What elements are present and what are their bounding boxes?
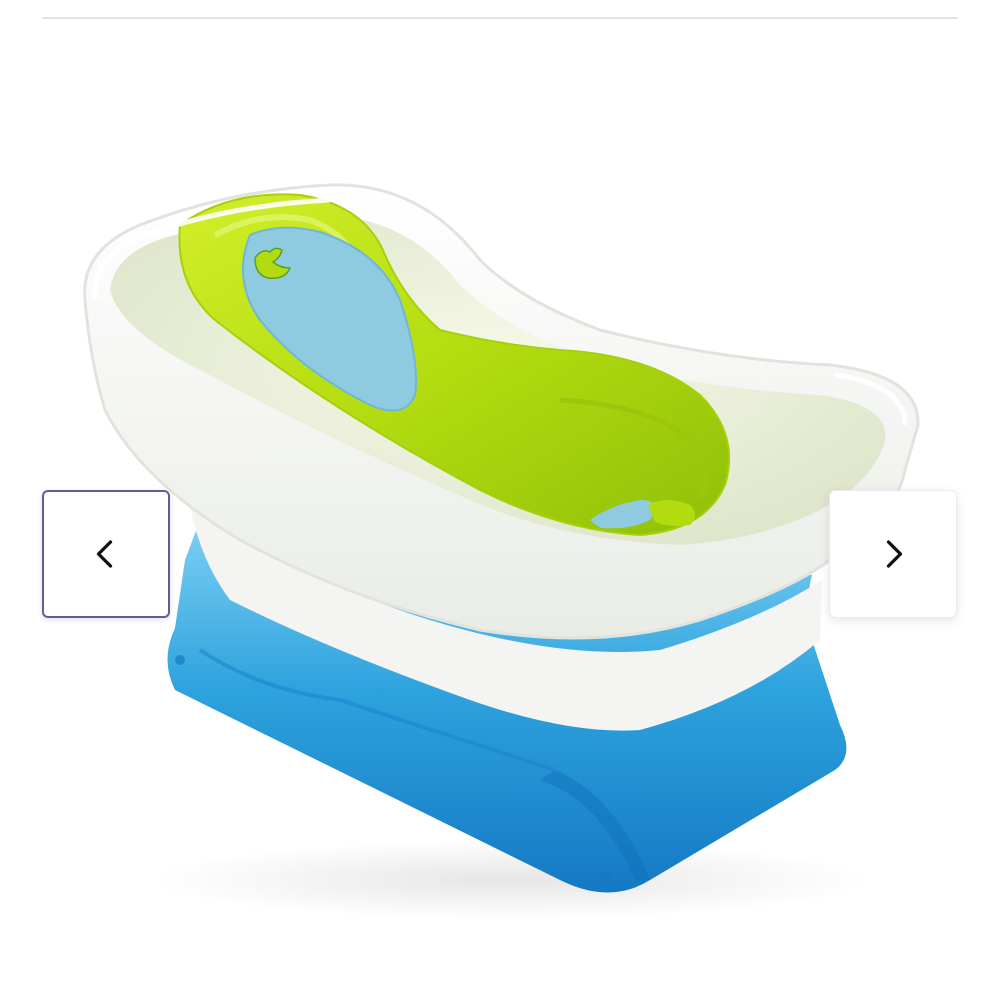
next-image-button[interactable] (829, 490, 957, 618)
chevron-right-icon (886, 540, 903, 568)
previous-image-button[interactable] (42, 490, 170, 618)
chevron-left-icon (96, 540, 113, 568)
